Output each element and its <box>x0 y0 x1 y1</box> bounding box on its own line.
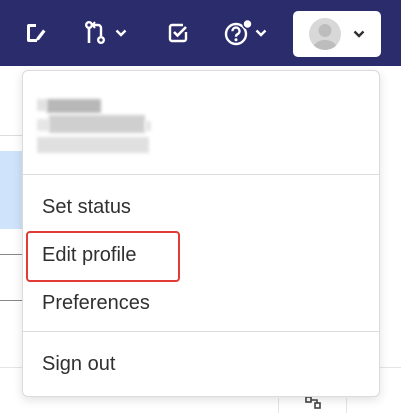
top-navbar <box>0 0 401 66</box>
background-divider <box>278 398 279 413</box>
menu-item-set-status[interactable]: Set status <box>23 185 379 229</box>
user-info-redacted <box>23 71 379 174</box>
menu-item-sign-out[interactable]: Sign out <box>23 342 379 386</box>
background-divider <box>346 398 347 413</box>
redacted-username <box>37 119 49 131</box>
menu-divider <box>23 174 379 175</box>
chevron-down-icon <box>353 29 365 39</box>
merge-requests-dropdown[interactable] <box>78 14 132 52</box>
background-divider <box>0 300 24 301</box>
redacted-name <box>47 99 101 113</box>
help-dropdown[interactable] <box>217 14 273 52</box>
chevron-down-icon <box>115 28 127 38</box>
redacted-username <box>37 137 149 153</box>
page: Set status Edit profile Preferences Sign… <box>0 0 401 413</box>
redacted-username <box>49 115 145 133</box>
help-icon <box>223 18 253 48</box>
user-dropdown-menu: Set status Edit profile Preferences Sign… <box>22 70 380 397</box>
background-divider <box>0 254 24 255</box>
background-divider <box>0 135 24 136</box>
background-icon <box>304 395 322 413</box>
edit-icon[interactable] <box>20 14 50 52</box>
menu-item-preferences[interactable]: Preferences <box>23 281 379 325</box>
avatar <box>309 18 341 50</box>
redacted-name <box>37 99 47 111</box>
background-selected-row <box>0 151 24 229</box>
todo-check-icon[interactable] <box>163 14 193 52</box>
menu-divider <box>23 331 379 332</box>
menu-item-label: Edit profile <box>42 243 137 266</box>
redacted-username <box>145 121 151 131</box>
merge-request-icon <box>83 20 109 46</box>
menu-item-label: Sign out <box>42 352 116 375</box>
notification-dot-icon <box>242 18 253 30</box>
menu-item-edit-profile[interactable]: Edit profile <box>23 233 379 277</box>
menu-item-label: Set status <box>42 195 131 218</box>
menu-item-label: Preferences <box>42 291 150 314</box>
user-menu-toggle[interactable] <box>293 11 381 57</box>
chevron-down-icon <box>255 28 267 38</box>
